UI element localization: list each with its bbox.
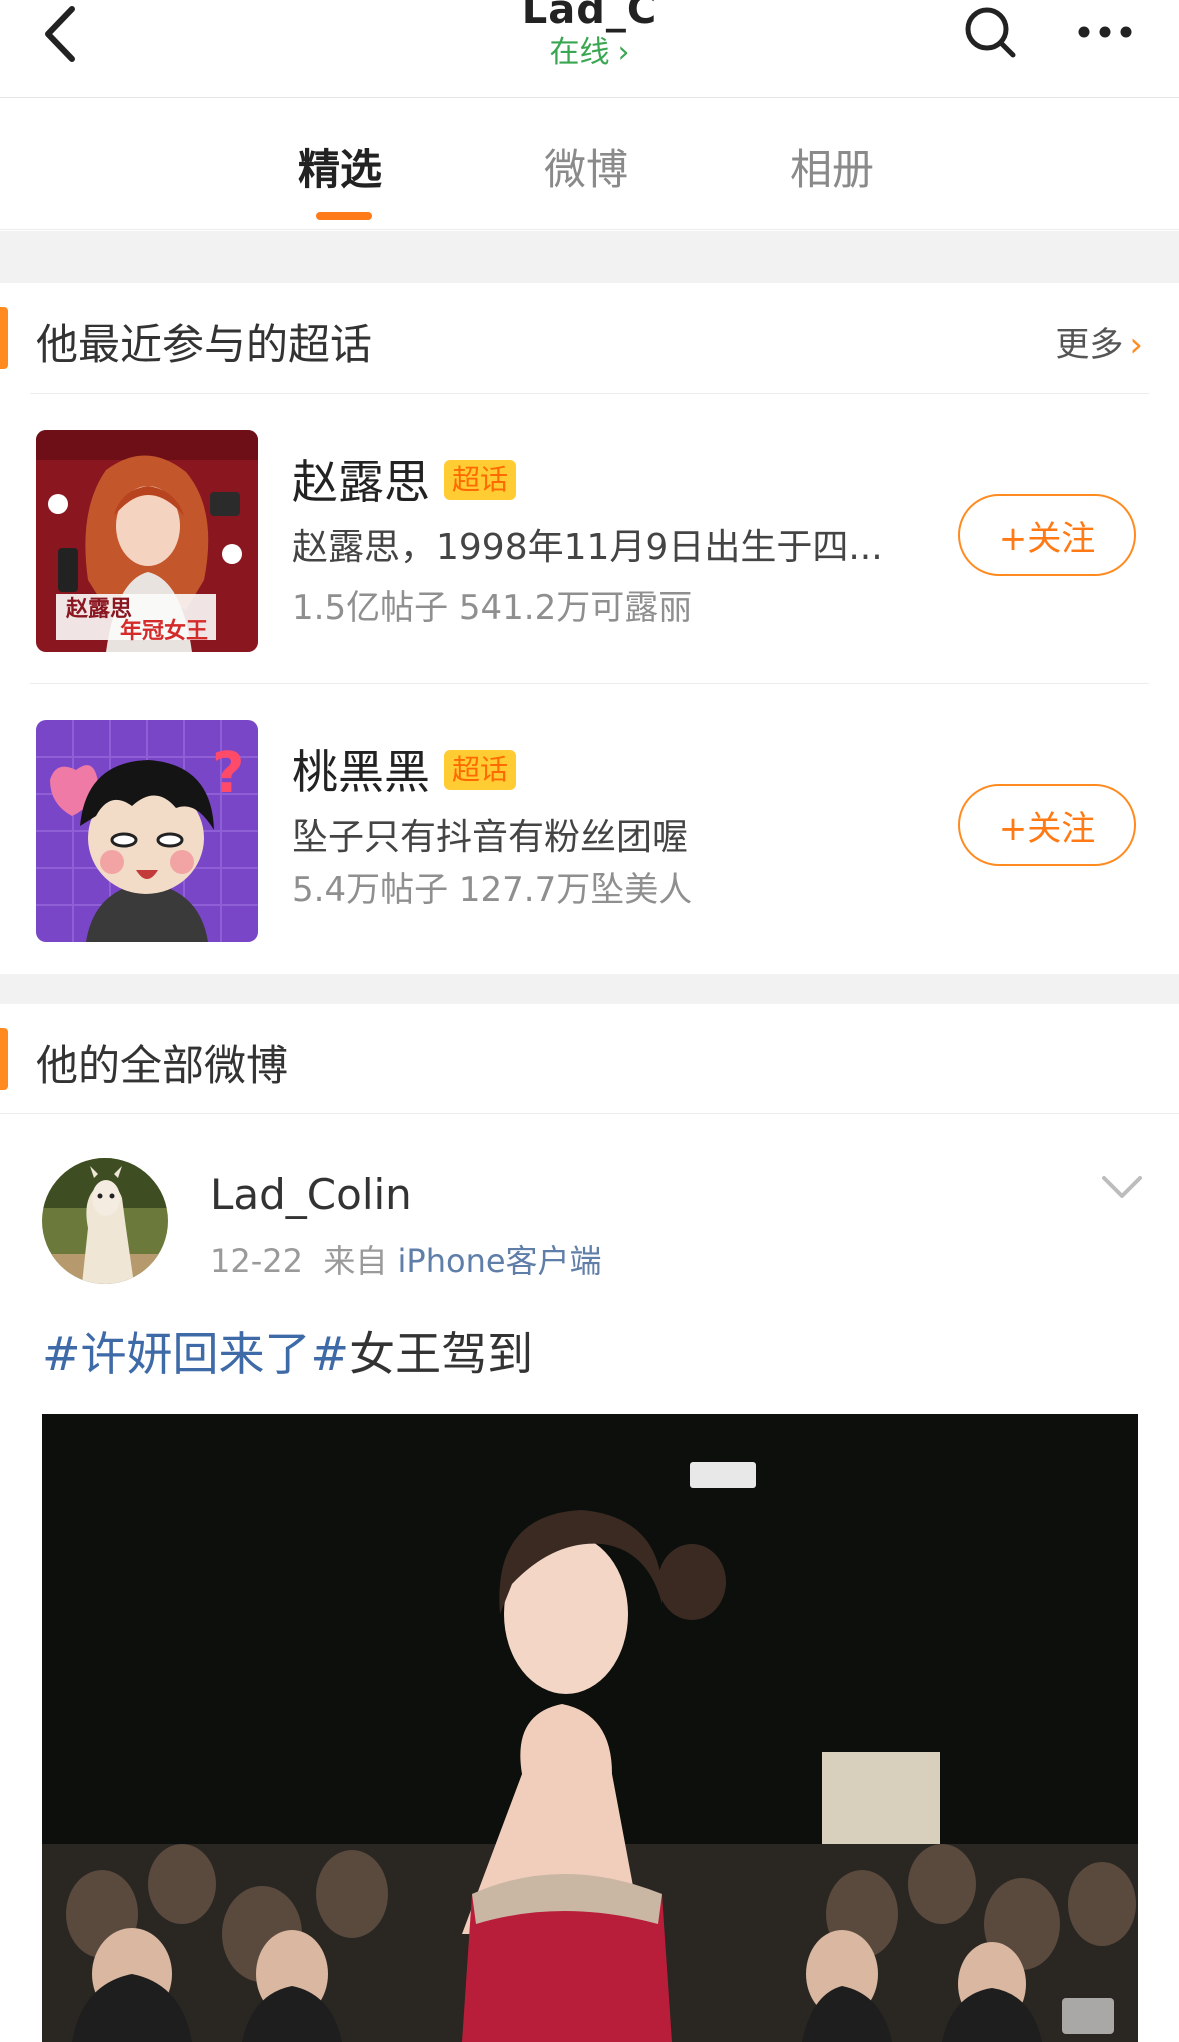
tab-weibo[interactable]: 微博 xyxy=(544,136,628,197)
post-body-text: 女王驾到 xyxy=(349,1327,534,1381)
post-username[interactable]: Lad_Colin xyxy=(210,1170,412,1219)
profile-tabs: 精选 微博 相册 xyxy=(0,98,1179,230)
post-source-prefix: 来自 xyxy=(323,1242,388,1280)
supertopic-item[interactable]: 赵露思 年冠女王 赵露思 超话 赵露思，1998年11月9日出生于四... 1.5… xyxy=(0,394,1179,684)
post-meta: 12-22 来自 iPhone客户端 xyxy=(210,1236,602,1282)
post-image[interactable] xyxy=(42,1414,1138,2042)
supertopic-thumbnail: 赵露思 年冠女王 xyxy=(36,430,258,652)
more-supertopics-link[interactable]: 更多 › xyxy=(1055,317,1143,366)
feed-section-header: 他的全部微博 xyxy=(0,1004,1179,1114)
supertopic-name: 桃黑黑 超话 xyxy=(292,736,517,802)
chevron-right-icon: › xyxy=(617,35,630,70)
post-options-button[interactable] xyxy=(1100,1172,1144,1212)
section-gap xyxy=(0,231,1179,283)
follow-button[interactable]: +关注 xyxy=(958,784,1136,866)
section-accent-bar xyxy=(0,1028,8,1090)
supertopic-name-text: 赵露思 xyxy=(292,455,430,509)
supertopic-description: 坠子只有抖音有粉丝团喔 xyxy=(292,817,689,858)
online-status-label: 在线 xyxy=(549,35,610,70)
supertopic-stats: 1.5亿帖子 541.2万可露丽 xyxy=(292,588,693,628)
section-title: 他最近参与的超话 xyxy=(36,320,373,369)
active-tab-indicator xyxy=(316,212,372,220)
thumbnail-text: 年冠女王 xyxy=(120,618,208,644)
post-date: 12-22 xyxy=(210,1242,303,1280)
post-source[interactable]: iPhone客户端 xyxy=(398,1242,602,1280)
follow-button[interactable]: +关注 xyxy=(958,494,1136,576)
supertopic-name: 赵露思 超话 xyxy=(292,446,517,512)
more-options-button[interactable] xyxy=(1070,2,1140,62)
search-button[interactable] xyxy=(960,2,1020,62)
section-title: 他的全部微博 xyxy=(36,1041,289,1090)
divider xyxy=(0,1113,1179,1114)
post-text: #许妍回来了#女王驾到 xyxy=(42,1318,533,1384)
chevron-down-icon xyxy=(1102,1176,1142,1198)
supertopic-badge: 超话 xyxy=(444,459,517,500)
more-label: 更多 xyxy=(1055,325,1124,365)
avatar[interactable] xyxy=(42,1158,168,1284)
supertopic-name-text: 桃黑黑 xyxy=(292,745,430,799)
tab-selected[interactable]: 精选 xyxy=(298,136,382,197)
section-accent-bar xyxy=(0,307,8,369)
more-dots-icon xyxy=(1078,26,1132,38)
svg-text:?: ? xyxy=(212,741,244,806)
tab-album[interactable]: 相册 xyxy=(790,136,874,197)
chevron-right-icon: › xyxy=(1129,325,1143,365)
top-nav-bar: Lad_C 在线 › xyxy=(0,0,1179,98)
supertopic-badge: 超话 xyxy=(444,749,517,790)
supertopic-description: 赵露思，1998年11月9日出生于四... xyxy=(292,527,883,568)
supertopic-thumbnail: ? xyxy=(36,720,258,942)
search-icon xyxy=(965,7,1016,58)
hashtag-link[interactable]: #许妍回来了# xyxy=(42,1327,349,1381)
supertopic-item[interactable]: ? 桃黑黑 超话 坠子只有抖音有粉丝团喔 5.4万帖子 127.7万坠美人 +关注 xyxy=(0,684,1179,974)
supertopic-section-header: 他最近参与的超话 更多 › xyxy=(0,283,1179,393)
supertopic-stats: 5.4万帖子 127.7万坠美人 xyxy=(292,870,693,910)
section-gap xyxy=(0,974,1179,1004)
